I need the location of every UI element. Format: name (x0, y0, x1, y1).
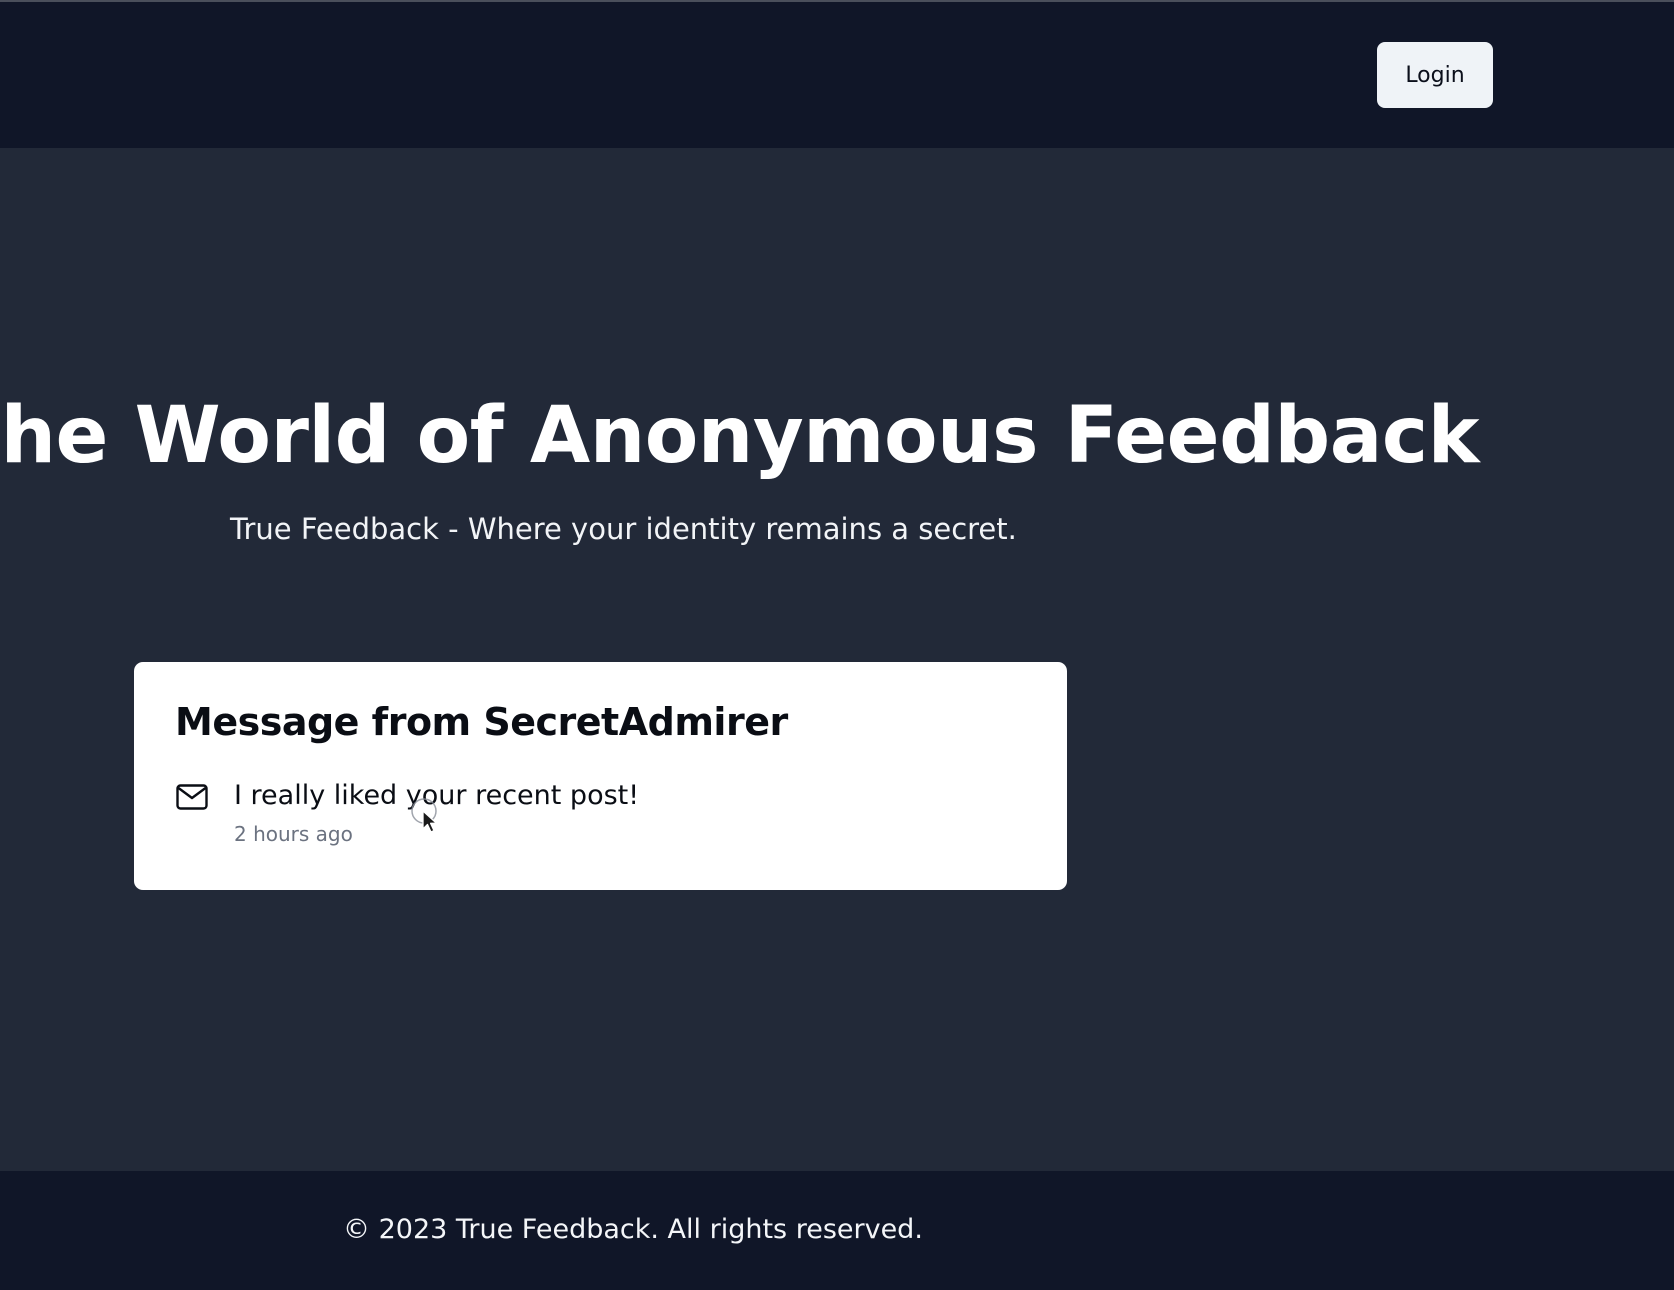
footer-bar: © 2023 True Feedback. All rights reserve… (0, 1171, 1674, 1290)
login-button[interactable]: Login (1377, 42, 1493, 108)
header-bar: Login (0, 2, 1674, 148)
mouse-cursor-icon (411, 798, 438, 833)
mail-icon (176, 784, 208, 810)
page: Login nto the World of Anonymous Feedbac… (0, 0, 1674, 1290)
message-card[interactable]: Message from SecretAdmirer I really like… (134, 662, 1067, 890)
footer-copyright: © 2023 True Feedback. All rights reserve… (343, 1214, 923, 1245)
hero-title: nto the World of Anonymous Feedback (0, 391, 1479, 481)
main-content: nto the World of Anonymous Feedback True… (0, 148, 1674, 1171)
message-card-title: Message from SecretAdmirer (175, 700, 788, 744)
message-timestamp: 2 hours ago (234, 822, 353, 846)
hero-subtitle: True Feedback - Where your identity rema… (230, 512, 1017, 546)
